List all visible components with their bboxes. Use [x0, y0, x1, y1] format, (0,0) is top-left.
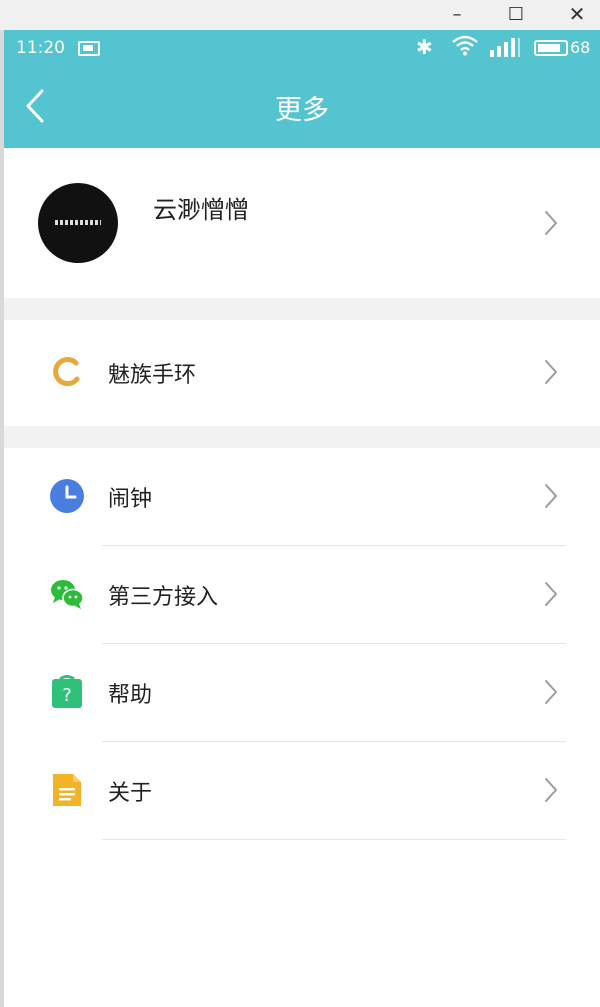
device-section: 魅族手环 [4, 320, 600, 426]
chevron-right-icon [544, 679, 558, 705]
menu-item-meizu-band[interactable]: 魅族手环 [4, 324, 600, 422]
svg-text:?: ? [62, 685, 72, 706]
wechat-icon [49, 576, 85, 612]
chevron-right-icon [544, 581, 558, 607]
menu-item-label: 闹钟 [108, 487, 153, 512]
section-gap [4, 426, 600, 448]
document-icon [49, 772, 85, 808]
chevron-right-icon [544, 359, 558, 385]
chevron-right-icon [544, 210, 558, 236]
divider [102, 839, 566, 840]
menu-item-label: 魅族手环 [108, 363, 197, 388]
page-title: 更多 [275, 95, 329, 126]
menu-item-label: 帮助 [108, 683, 153, 708]
battery-icon [534, 40, 568, 56]
avatar [38, 183, 118, 263]
message-notification-icon [78, 41, 100, 56]
menu-item-about[interactable]: 关于 [4, 742, 600, 840]
menu-item-third-party[interactable]: 第三方接入 [4, 546, 600, 644]
menu-item-help[interactable]: ? 帮助 [4, 644, 600, 742]
battery-percent: 68 [570, 38, 591, 57]
menu-item-alarm[interactable]: 闹钟 [4, 448, 600, 546]
status-bar: 11:20 ✱ 68 [4, 30, 600, 66]
minimize-button[interactable]: – [440, 2, 474, 26]
window-title-bar: – ☐ ✕ [0, 0, 600, 30]
bluetooth-icon: ✱ [416, 35, 433, 59]
status-time: 11:20 [16, 38, 65, 58]
menu-section: 闹钟 第三方接入 ? 帮助 关于 [4, 448, 600, 1007]
cellular-signal-icon [488, 36, 522, 63]
menu-item-label: 关于 [108, 781, 153, 806]
wifi-icon [452, 34, 478, 61]
band-ring-icon [49, 354, 85, 390]
navigation-bar: 更多 [4, 66, 600, 148]
close-button[interactable]: ✕ [560, 2, 594, 26]
app-screen: 11:20 ✱ 68 更多 云渺憎憎 魅族手环 闹钟 第三方接入 ? 帮助 关于 [4, 30, 600, 1007]
profile-row[interactable]: 云渺憎憎 [4, 148, 600, 298]
menu-item-label: 第三方接入 [108, 585, 219, 610]
section-gap [4, 298, 600, 320]
help-icon: ? [49, 674, 85, 710]
maximize-button[interactable]: ☐ [499, 2, 533, 26]
chevron-right-icon [544, 483, 558, 509]
clock-icon [49, 478, 85, 514]
profile-name: 云渺憎憎 [153, 196, 249, 224]
chevron-right-icon [544, 777, 558, 803]
